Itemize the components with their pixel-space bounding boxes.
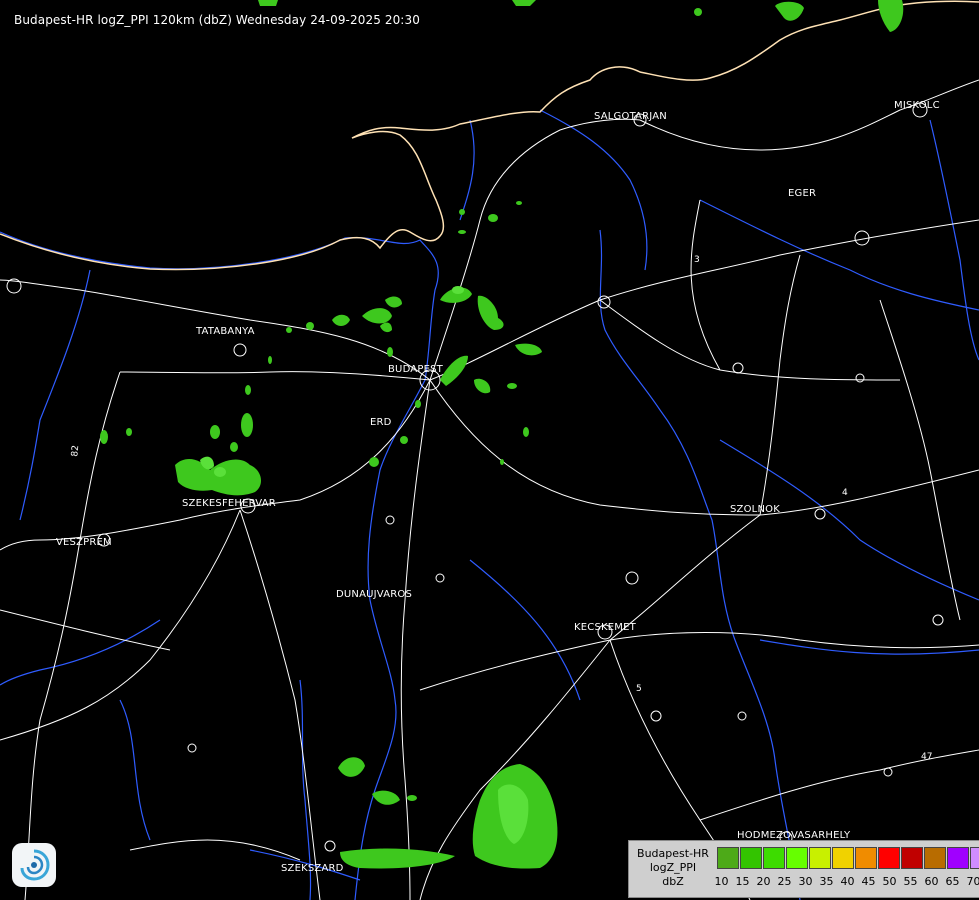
road-number-82: 82 bbox=[70, 444, 82, 458]
legend-swatch bbox=[809, 847, 831, 869]
legend-swatch bbox=[901, 847, 923, 869]
city-label-szekesfehervar: SZEKESFEHERVAR bbox=[182, 498, 276, 509]
city-label-veszprem: VESZPREM bbox=[56, 537, 112, 548]
legend-swatch bbox=[832, 847, 854, 869]
met-service-logo-icon bbox=[12, 843, 56, 887]
city-label-dunaujvaros: DUNAUJVAROS bbox=[336, 589, 413, 600]
legend-tick: 70 bbox=[966, 875, 979, 888]
legend-tick: 25 bbox=[777, 875, 792, 888]
legend-label-line-2: logZ_PPI bbox=[649, 861, 697, 874]
legend-swatch bbox=[878, 847, 900, 869]
map-title: Budapest-HR logZ_PPI 120km (dbZ) Wednesd… bbox=[14, 13, 420, 27]
legend-swatch bbox=[855, 847, 877, 869]
city-label-szolnok: SZOLNOK bbox=[730, 504, 780, 515]
legend-tick: 30 bbox=[798, 875, 813, 888]
legend-swatch bbox=[786, 847, 808, 869]
city-label-salgotarjan: SALGOTARJAN bbox=[594, 111, 667, 122]
swirl-icon bbox=[20, 849, 50, 881]
legend-tick: 45 bbox=[861, 875, 876, 888]
road-number-3: 3 bbox=[694, 255, 700, 265]
legend-label-line-1: Budapest-HR bbox=[637, 847, 709, 860]
legend-swatch bbox=[717, 847, 739, 869]
legend-swatch bbox=[740, 847, 762, 869]
legend-swatch bbox=[924, 847, 946, 869]
legend-tick: 50 bbox=[882, 875, 897, 888]
legend-tick: 60 bbox=[924, 875, 939, 888]
road-number-47: 47 bbox=[921, 752, 933, 762]
dbz-legend: Budapest-HR logZ_PPI dbZ 10 15 20 25 30 … bbox=[628, 840, 979, 898]
legend-label: Budapest-HR logZ_PPI dbZ bbox=[631, 847, 715, 889]
legend-tick: 35 bbox=[819, 875, 834, 888]
city-label-eger: EGER bbox=[788, 188, 817, 199]
legend-tick: 40 bbox=[840, 875, 855, 888]
city-label-kecskemet: KECSKEMET bbox=[574, 622, 636, 633]
legend-values: 10 15 20 25 30 35 40 45 50 55 60 65 70 bbox=[711, 875, 979, 888]
road-number-4: 4 bbox=[842, 488, 848, 498]
city-label-miskolc: MISKOLC bbox=[894, 100, 940, 111]
legend-tick: 15 bbox=[735, 875, 750, 888]
legend-tick: 20 bbox=[756, 875, 771, 888]
city-label-budapest: BUDAPEST bbox=[388, 364, 443, 375]
city-label-erd: ERD bbox=[370, 417, 392, 428]
legend-tick: 65 bbox=[945, 875, 960, 888]
road-number-5: 5 bbox=[636, 684, 642, 694]
radar-map bbox=[0, 0, 979, 900]
city-label-tatabanya: TATABANYA bbox=[196, 326, 255, 337]
legend-swatch bbox=[970, 847, 979, 869]
legend-tick: 10 bbox=[714, 875, 729, 888]
legend-swatches bbox=[717, 847, 979, 869]
legend-swatch bbox=[947, 847, 969, 869]
city-label-szekszard: SZEKSZARD bbox=[281, 863, 344, 874]
legend-label-line-3: dbZ bbox=[662, 875, 684, 888]
legend-swatch bbox=[763, 847, 785, 869]
legend-tick: 55 bbox=[903, 875, 918, 888]
